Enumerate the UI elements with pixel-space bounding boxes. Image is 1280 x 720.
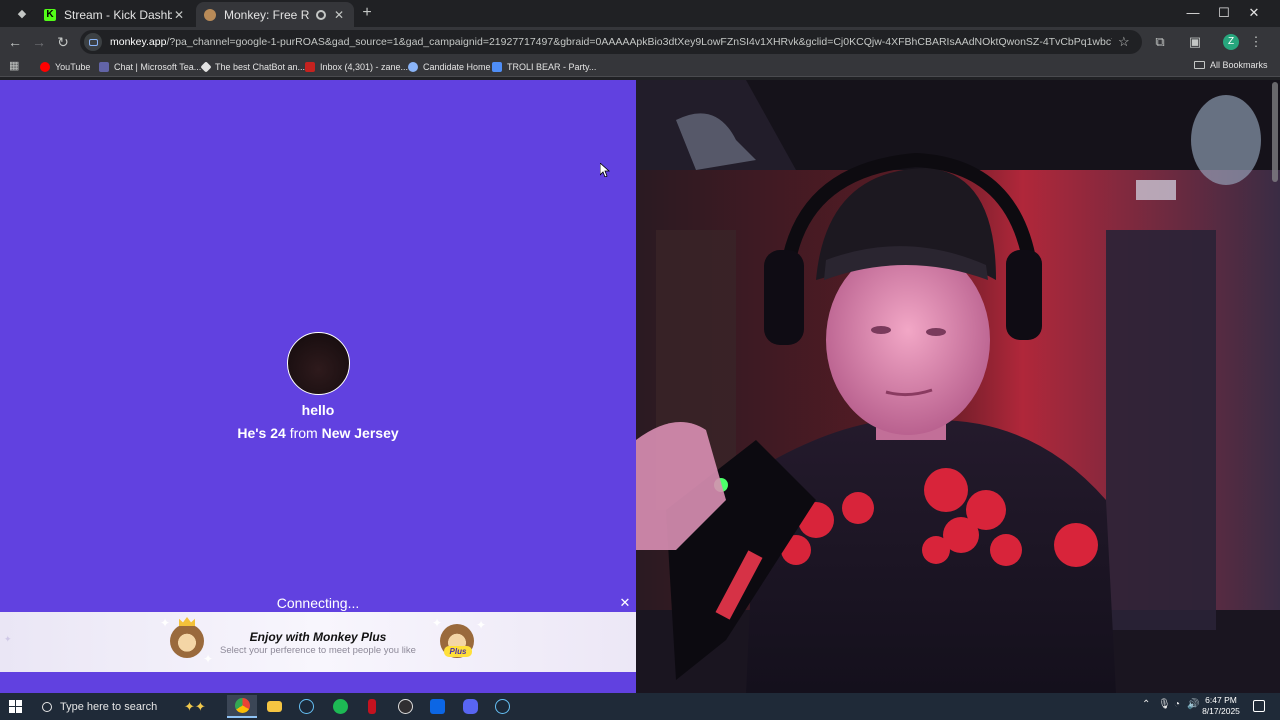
recording-indicator-icon	[316, 9, 326, 20]
bookmark-youtube[interactable]: YouTube	[40, 60, 90, 74]
cast-icon[interactable]: ▣	[1186, 33, 1204, 51]
decor-star-icon: ✦	[4, 634, 12, 644]
bookmark-candidate-home[interactable]: Candidate Home	[408, 60, 491, 74]
reload-button[interactable]: ↻	[54, 33, 72, 51]
taskbar-app-explorer[interactable]	[259, 695, 289, 718]
tray-chevron-icon[interactable]: ⌃	[1142, 699, 1150, 710]
chrome-icon	[234, 698, 250, 713]
folder-icon	[1194, 61, 1205, 69]
network-icon[interactable]: ◔	[1174, 699, 1180, 710]
file-explorer-icon	[266, 701, 282, 712]
obs-icon	[397, 699, 413, 714]
match-avatar[interactable]	[287, 332, 350, 395]
sparkle-icon: ✦	[160, 616, 171, 630]
taskbar-app-trello[interactable]	[422, 695, 452, 718]
trello-icon	[429, 699, 445, 714]
sparkle-icon: ✦	[432, 616, 443, 630]
candidate-home-icon	[408, 62, 418, 72]
youtube-icon	[40, 62, 50, 72]
taskbar-app-chrome[interactable]	[227, 695, 257, 718]
discord-icon	[462, 699, 478, 714]
back-button[interactable]: ←	[6, 33, 24, 51]
url-text[interactable]: monkey.app/?pa_channel=google-1-purROAS&…	[110, 36, 1112, 48]
mouse-cursor-icon	[600, 163, 610, 177]
spotify-icon	[332, 699, 348, 714]
page-scrollbar[interactable]	[1270, 80, 1280, 693]
promo-subtitle: Select your perference to meet people yo…	[220, 645, 416, 656]
scrollbar-thumb[interactable]	[1272, 82, 1278, 182]
taskbar-app-spotify[interactable]	[325, 695, 355, 718]
close-tab-icon[interactable]: ✕	[332, 8, 346, 22]
windows-taskbar: Type here to search ✦✦ ⌃ 🎙 ◔ 🔊 6:47 PM 8…	[0, 693, 1280, 720]
bookmark-teams[interactable]: Chat | Microsoft Tea...	[99, 60, 201, 74]
all-bookmarks-button[interactable]: All Bookmarks	[1194, 60, 1268, 70]
self-camera-feed	[636, 80, 1280, 693]
taskbar-app-discord[interactable]	[455, 695, 485, 718]
plus-monkey-icon: Plus	[440, 624, 474, 658]
new-tab-button[interactable]: +	[359, 5, 375, 21]
close-tab-icon[interactable]: ✕	[172, 8, 186, 22]
extensions-icon[interactable]: ⧉	[1151, 33, 1169, 51]
apps-grid-icon[interactable]: ▦	[9, 60, 21, 72]
maximize-button[interactable]: ☐	[1214, 4, 1234, 22]
match-name: hello	[301, 402, 335, 418]
bookmark-chatbot[interactable]: The best ChatBot an...	[200, 60, 305, 74]
tab-title: Monkey: Free Random Vide	[224, 7, 310, 22]
steam-icon	[494, 699, 510, 714]
crown-icon	[179, 617, 195, 626]
monkey-favicon-icon	[204, 8, 216, 21]
taskbar-app-steam[interactable]	[291, 695, 321, 718]
search-placeholder: Type here to search	[60, 700, 158, 713]
red-app-icon	[368, 699, 376, 714]
notifications-icon[interactable]	[1253, 700, 1265, 712]
microphone-icon[interactable]: 🎙	[1158, 699, 1171, 710]
close-window-button[interactable]: ✕	[1244, 4, 1264, 22]
tab-monkey[interactable]: Monkey: Free Random Vide ✕	[196, 2, 354, 27]
webcam-video	[636, 80, 1280, 693]
troli-bear-icon	[492, 62, 502, 72]
steam-icon	[298, 699, 314, 714]
tab-strip: ◆ K Stream - Kick Dashboard ✕ Monkey: Fr…	[0, 0, 1280, 27]
copilot-sparkle-icon[interactable]: ✦✦	[184, 699, 206, 715]
close-promo-icon[interactable]: ✕	[618, 596, 632, 610]
sparkle-icon: ✦	[476, 618, 487, 632]
browser-toolbar: ← → ↻ monkey.app/?pa_channel=google-1-pu…	[0, 27, 1280, 57]
search-icon	[42, 701, 52, 712]
gmail-icon	[305, 62, 315, 72]
system-clock[interactable]: 6:47 PM 8/17/2025	[1196, 695, 1246, 717]
minimize-button[interactable]: —	[1183, 4, 1203, 22]
profile-avatar[interactable]: Z	[1223, 34, 1239, 50]
panel-footer	[0, 672, 636, 693]
tab-search-icon[interactable]: ◆	[14, 6, 30, 22]
taskbar-app-steam-2[interactable]	[487, 695, 517, 718]
connection-status: Connecting...	[276, 595, 360, 611]
tab-title: Stream - Kick Dashboard	[64, 7, 172, 22]
windows-start-icon[interactable]	[9, 700, 22, 713]
taskbar-app-red[interactable]	[357, 695, 387, 718]
forward-button[interactable]: →	[30, 33, 48, 51]
bookmark-gmail[interactable]: Inbox (4,301) - zane...	[305, 60, 408, 74]
chatbot-icon	[200, 61, 212, 73]
promo-title: Enjoy with Monkey Plus	[249, 630, 387, 644]
address-bar[interactable]: monkey.app/?pa_channel=google-1-purROAS&…	[80, 30, 1142, 54]
menu-kebab-icon[interactable]: ⋮	[1247, 33, 1265, 51]
page-content: hello He's 24 from New Jersey Connecting…	[0, 80, 1280, 693]
plus-badge: Plus	[444, 646, 472, 657]
match-panel: hello He's 24 from New Jersey Connecting…	[0, 80, 636, 693]
bookmark-star-icon[interactable]: ☆	[1118, 34, 1130, 50]
kick-favicon-icon: K	[44, 8, 56, 21]
tab-kick-dashboard[interactable]: K Stream - Kick Dashboard ✕	[36, 2, 194, 27]
bookmark-troli-bear[interactable]: TROLI BEAR - Party...	[492, 60, 596, 74]
site-info-icon[interactable]	[84, 33, 102, 51]
taskbar-app-obs[interactable]	[390, 695, 420, 718]
teams-icon	[99, 62, 109, 72]
monkey-plus-banner[interactable]: ✦ ✦ ✦ Enjoy with Monkey Plus Select your…	[0, 612, 636, 672]
match-info: He's 24 from New Jersey	[237, 425, 399, 441]
bookmarks-bar: ▦ YouTube Chat | Microsoft Tea... The be…	[0, 57, 1280, 77]
